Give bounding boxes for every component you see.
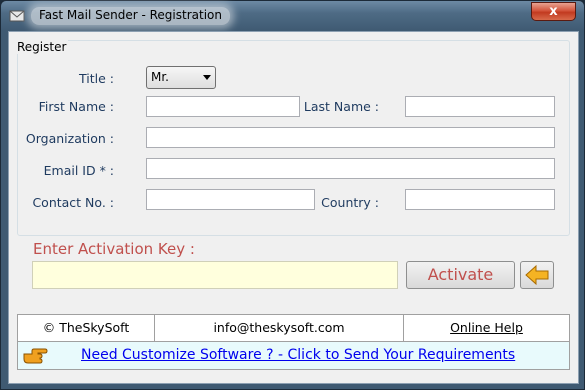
client-area: Register Title : Mr. First Name : Last N… xyxy=(8,31,579,384)
organization-label: Organization : xyxy=(25,131,114,146)
registration-window: Fast Mail Sender - Registration x Regist… xyxy=(0,0,585,390)
contact-label: Contact No. : xyxy=(32,195,114,210)
customize-software-link[interactable]: Need Customize Software ? - Click to Sen… xyxy=(81,347,515,363)
contact-field[interactable] xyxy=(146,189,315,210)
title-bar[interactable]: Fast Mail Sender - Registration x xyxy=(1,1,584,31)
title-select-value: Mr. xyxy=(151,70,169,84)
pointing-hand-icon xyxy=(23,348,48,364)
online-help-link[interactable]: Online Help xyxy=(404,315,569,341)
copyright-text: © TheSkySoft xyxy=(42,320,130,335)
activation-key-label: Enter Activation Key : xyxy=(33,240,195,258)
back-button[interactable] xyxy=(520,261,554,289)
first-name-field[interactable] xyxy=(146,96,300,117)
footer-info-row: © TheSkySoft info@theskysoft.com Online … xyxy=(17,314,570,342)
activate-button[interactable]: Activate xyxy=(406,261,515,289)
country-label: Country : xyxy=(321,195,379,210)
close-icon: x xyxy=(549,4,558,19)
last-name-label: Last Name : xyxy=(303,99,379,114)
window-title: Fast Mail Sender - Registration xyxy=(31,7,230,25)
email-label: Email ID * : xyxy=(43,163,114,178)
close-button[interactable]: x xyxy=(531,2,576,21)
customize-banner[interactable]: Need Customize Software ? - Click to Sen… xyxy=(17,342,570,370)
support-email: info@theskysoft.com xyxy=(213,320,345,335)
country-field[interactable] xyxy=(405,189,555,210)
last-name-field[interactable] xyxy=(405,96,555,117)
email-field[interactable] xyxy=(146,158,555,179)
activation-key-field[interactable] xyxy=(32,261,398,289)
organization-field[interactable] xyxy=(146,127,555,148)
title-label: Title : xyxy=(79,71,114,86)
left-arrow-icon xyxy=(525,264,549,286)
first-name-label: First Name : xyxy=(38,99,114,114)
chevron-down-icon xyxy=(203,75,211,80)
register-group-title: Register xyxy=(15,40,69,54)
title-select[interactable]: Mr. xyxy=(146,66,216,89)
envelope-icon xyxy=(9,10,25,22)
